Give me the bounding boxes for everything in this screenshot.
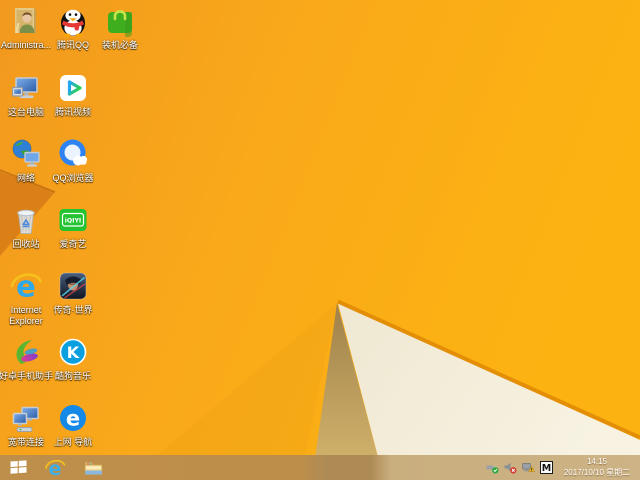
- nav-e-glyph: e: [66, 407, 80, 431]
- desktop-icon-kugou-music[interactable]: K 酷狗音乐: [41, 335, 105, 382]
- taskbar: e: [0, 455, 640, 480]
- chuanqi-game-icon: [56, 269, 90, 303]
- green-shopping-bag-icon: [103, 4, 137, 38]
- taskbar-file-explorer-button[interactable]: [83, 455, 104, 480]
- start-button[interactable]: [10, 455, 27, 480]
- recycle-bin-icon: [9, 203, 43, 237]
- desktop-icon-label: 宽带连接: [8, 437, 44, 448]
- desktop-icon-label: 酷狗音乐: [55, 371, 91, 382]
- tray-network-warning-icon[interactable]: [522, 455, 535, 480]
- kugou-icon: K: [56, 335, 90, 369]
- taskbar-internet-explorer-button[interactable]: e: [44, 455, 66, 480]
- taskbar-clock[interactable]: 14:15 2017/10/10 星期二: [558, 457, 636, 478]
- iqiyi-icon: iQIYI: [56, 203, 90, 237]
- tray-usb-icon[interactable]: [486, 455, 499, 480]
- internet-explorer-icon: e: [9, 269, 43, 303]
- desktop-icon-chuanqi-shijie[interactable]: 传奇·世界: [41, 269, 105, 316]
- broadband-computers-icon: [9, 401, 43, 435]
- desktop-icon-label: 网络: [17, 173, 35, 184]
- desktop-icon-label: 上网 导航: [54, 437, 93, 448]
- desktop-icon-label: QQ浏览器: [52, 173, 93, 184]
- desktop-icon-tencent-video[interactable]: 腾讯视频: [41, 71, 105, 118]
- file-explorer-icon: [83, 459, 104, 477]
- desktop-icon-qq-browser[interactable]: QQ浏览器: [41, 137, 105, 184]
- network-globe-icon: [9, 137, 43, 171]
- clock-date: 2017/10/10 星期二: [558, 468, 636, 478]
- haozhuo-logo-icon: [9, 335, 43, 369]
- navigation-e-icon: e: [56, 401, 90, 435]
- desktop-icon-label: 装机必备: [102, 40, 138, 51]
- desktop-icon-label: 回收站: [12, 239, 39, 250]
- desktop-icon-label: 腾讯QQ: [57, 40, 89, 51]
- windows-logo-icon: [10, 460, 27, 475]
- qq-penguin-icon: [56, 4, 90, 38]
- desktop-icon-label: 腾讯视频: [55, 107, 91, 118]
- desktop-icon-iqiyi[interactable]: iQIYI 爱奇艺: [41, 203, 105, 250]
- desktop: Administra... 腾讯QQ 装机必备: [0, 0, 640, 480]
- desktop-icon-zhuangji-bibei[interactable]: 装机必备: [88, 4, 152, 51]
- kugou-k-glyph: K: [67, 343, 80, 362]
- internet-explorer-icon: e: [44, 457, 66, 479]
- ime-m-glyph: M: [542, 463, 551, 474]
- desktop-icon-label: 传奇·世界: [54, 305, 93, 316]
- tray-volume-muted-icon[interactable]: [504, 455, 517, 480]
- iqiyi-wordmark: iQIYI: [65, 218, 81, 225]
- qq-browser-icon: [56, 137, 90, 171]
- desktop-icon-label: 这台电脑: [8, 107, 44, 118]
- user-folder-icon: [9, 4, 43, 38]
- clock-time: 14:15: [558, 457, 636, 467]
- tray-ime-indicator[interactable]: M: [540, 455, 553, 480]
- tencent-video-play-icon: [56, 71, 90, 105]
- computer-icon: [9, 71, 43, 105]
- desktop-icon-label: 爱奇艺: [59, 239, 86, 250]
- desktop-icon-shangwang-daohang[interactable]: e 上网 导航: [41, 401, 105, 448]
